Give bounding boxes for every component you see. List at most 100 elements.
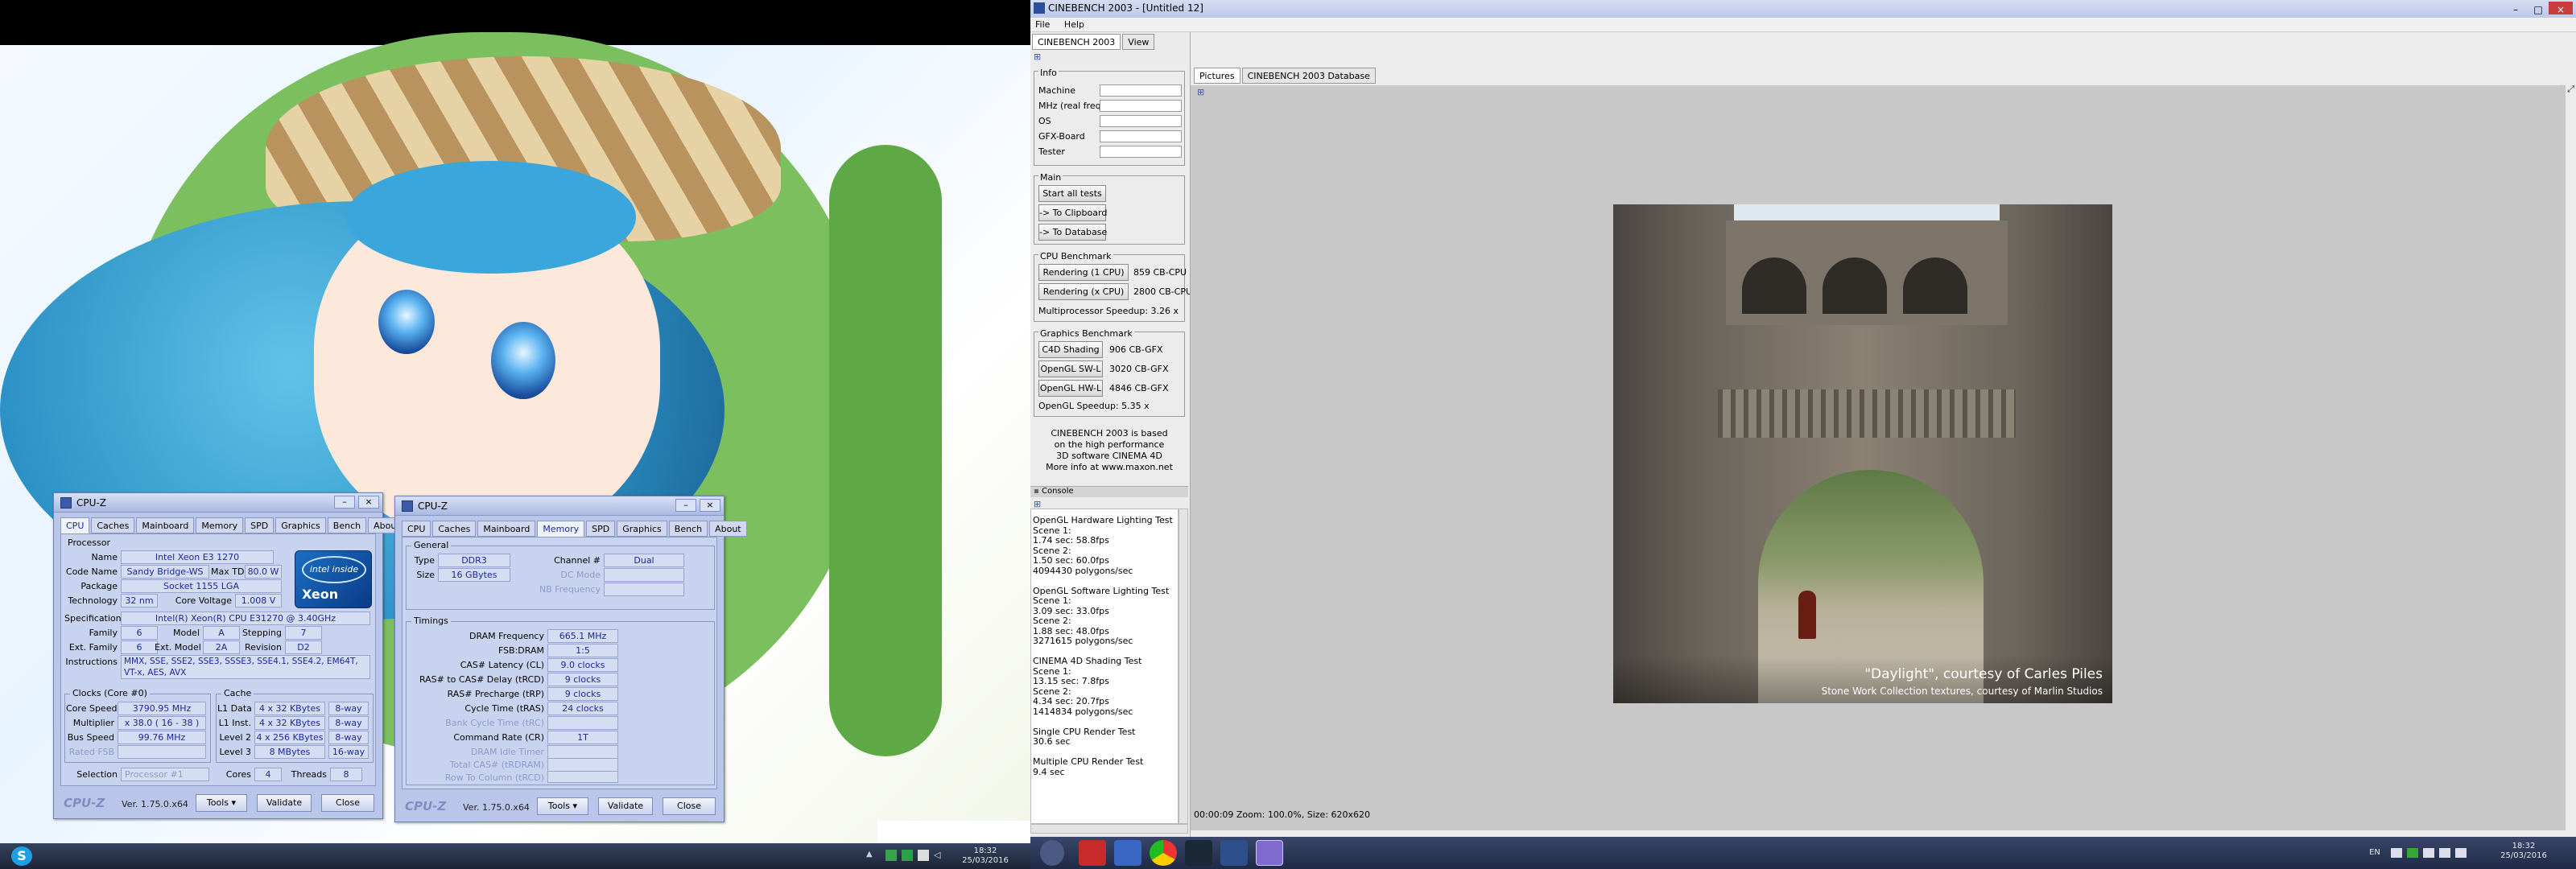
close-icon[interactable]: ×	[700, 499, 720, 512]
render-1cpu-button[interactable]: Rendering (1 CPU)	[1038, 264, 1129, 281]
tab-memory[interactable]: Memory	[196, 517, 244, 533]
tray-volume-icon[interactable]: ◁	[934, 850, 945, 861]
tools-button[interactable]: Tools ▾	[196, 794, 247, 812]
tab-about[interactable]: About	[709, 521, 747, 537]
to-database-button[interactable]: -> To Database	[1038, 224, 1107, 241]
tab-cpu[interactable]: CPU	[60, 517, 90, 533]
validate-button[interactable]: Validate	[598, 797, 653, 815]
specification-label: Specification	[64, 613, 122, 624]
validate-button[interactable]: Validate	[257, 794, 312, 812]
model-value: A	[203, 626, 240, 640]
tab-pictures[interactable]: Pictures	[1194, 68, 1241, 84]
machine-field[interactable]	[1100, 84, 1182, 97]
tab-cpu[interactable]: CPU	[402, 521, 431, 537]
tools-button[interactable]: Tools ▾	[537, 797, 588, 815]
tab-caches[interactable]: Caches	[432, 521, 477, 537]
l2-way: 8-way	[328, 731, 369, 744]
tab-database[interactable]: CINEBENCH 2003 Database	[1241, 68, 1376, 84]
tab-caches[interactable]: Caches	[91, 517, 135, 533]
console-area[interactable]: OpenGL Hardware Lighting Test Scene 1: 1…	[1030, 509, 1179, 824]
taskbar-app-blue-icon[interactable]	[1114, 840, 1141, 866]
skype-icon[interactable]: S	[11, 846, 32, 866]
console-pin-icon[interactable]: ▪	[1034, 487, 1042, 496]
taskbar-app-icon[interactable]	[1220, 840, 1248, 866]
minimize-button[interactable]: –	[2507, 2, 2524, 15]
close-button[interactable]: Close	[663, 797, 716, 815]
l3-label: Level 3	[219, 747, 251, 757]
close-icon[interactable]: ×	[2549, 2, 2573, 15]
tab-graphics[interactable]: Graphics	[275, 517, 326, 533]
tray-icon[interactable]	[2455, 848, 2467, 858]
tab-graphics[interactable]: Graphics	[617, 521, 667, 537]
render-xcpu-button[interactable]: Rendering (x CPU)	[1038, 283, 1129, 300]
picture-viewer: Pictures CINEBENCH 2003 Database ✥ ⤢ ⊞ "…	[1190, 32, 2576, 843]
c4d-shading-button[interactable]: C4D Shading	[1038, 341, 1103, 358]
viewer-pin-icon[interactable]: ⊞	[1197, 87, 1204, 97]
console-hscrollbar[interactable]	[1030, 824, 1188, 834]
language-indicator[interactable]: EN	[2367, 848, 2383, 858]
size-label: Size	[416, 570, 435, 580]
tray-icon[interactable]	[2407, 848, 2418, 858]
cinebench-taskbar-icon[interactable]	[1256, 840, 1283, 866]
corevoltage-label: Core Voltage	[175, 595, 232, 606]
tray-icon[interactable]	[2423, 848, 2434, 858]
maximize-view-icon[interactable]: ⤢	[2567, 84, 2574, 95]
render-1cpu-result: 859 CB-CPU	[1133, 267, 1187, 278]
mhz-field[interactable]	[1100, 100, 1182, 112]
tab-spd[interactable]: SPD	[586, 521, 616, 537]
menu-file[interactable]: File	[1035, 19, 1050, 30]
tray-icon[interactable]	[2391, 848, 2402, 858]
codename-value: Sandy Bridge-WS	[121, 565, 209, 579]
clock[interactable]: 18:32 25/03/2016	[2496, 842, 2552, 861]
console-scrollbar[interactable]	[1179, 509, 1188, 824]
start-orb-icon[interactable]	[1040, 840, 1064, 866]
tab-memory[interactable]: Memory	[537, 521, 585, 537]
l1i-label: L1 Inst.	[218, 718, 251, 728]
arch-window-2	[1823, 257, 1887, 314]
minimize-button[interactable]: –	[675, 499, 696, 512]
wallpaper-eye-left	[378, 290, 435, 354]
clock-time: 18:32	[973, 846, 997, 855]
opengl-hwl-result: 4846 CB-GFX	[1109, 383, 1169, 393]
l1i-value: 4 x 32 KBytes	[254, 716, 325, 730]
clock[interactable]: 18:32 25/03/2016	[958, 846, 1013, 866]
tester-field[interactable]	[1100, 146, 1182, 158]
general-label: General	[411, 540, 452, 550]
chrome-icon[interactable]	[1150, 840, 1177, 866]
tab-spd[interactable]: SPD	[245, 517, 275, 533]
taskbar-app-red-icon[interactable]	[1079, 840, 1106, 866]
steam-icon[interactable]	[1185, 840, 1212, 866]
type-label: Type	[414, 555, 435, 566]
tab-bench[interactable]: Bench	[327, 517, 367, 533]
gfxboard-field[interactable]	[1100, 130, 1182, 142]
minimize-button[interactable]: –	[334, 496, 355, 509]
render-canvas[interactable]: ⊞ "Daylight", courtesy of Carles Piles S…	[1191, 85, 2566, 830]
close-icon[interactable]: ×	[358, 496, 379, 509]
cinebench-titlebar: CINEBENCH 2003 - [Untitled 12] – □ ×	[1030, 0, 2576, 18]
tab-bench[interactable]: Bench	[668, 521, 708, 537]
os-field[interactable]	[1100, 115, 1182, 127]
revision-label: Revision	[245, 642, 282, 653]
to-clipboard-button[interactable]: -> To Clipboard	[1038, 204, 1107, 221]
close-button[interactable]: Close	[321, 794, 374, 812]
tab-cinebench[interactable]: CINEBENCH 2003	[1032, 34, 1121, 50]
opengl-hwl-button[interactable]: OpenGL HW-L	[1038, 380, 1103, 397]
opengl-swl-button[interactable]: OpenGL SW-L	[1038, 360, 1103, 377]
tab-view[interactable]: View	[1122, 34, 1155, 50]
status-bar: 00:00:09 Zoom: 100.0%, Size: 620x620	[1194, 809, 1371, 820]
tester-label: Tester	[1038, 146, 1065, 157]
menu-help[interactable]: Help	[1064, 19, 1084, 30]
start-all-tests-button[interactable]: Start all tests	[1038, 185, 1106, 202]
balcony-railing	[1718, 389, 2016, 438]
tray-icon[interactable]	[2439, 848, 2450, 858]
tray-battery-icon[interactable]	[918, 850, 929, 861]
pin-icon[interactable]: ⊞	[1034, 51, 1041, 62]
tray-arrow-icon[interactable]: ▲	[866, 850, 873, 859]
tray-network-icon[interactable]	[886, 850, 897, 861]
maximize-button[interactable]: □	[2529, 2, 2547, 15]
selection-dropdown[interactable]: Processor #1	[121, 768, 209, 781]
tray-app-icon[interactable]	[902, 850, 913, 861]
tab-mainboard[interactable]: Mainboard	[136, 517, 195, 533]
xeon-text: Xeon	[302, 587, 339, 602]
tab-mainboard[interactable]: Mainboard	[477, 521, 536, 537]
